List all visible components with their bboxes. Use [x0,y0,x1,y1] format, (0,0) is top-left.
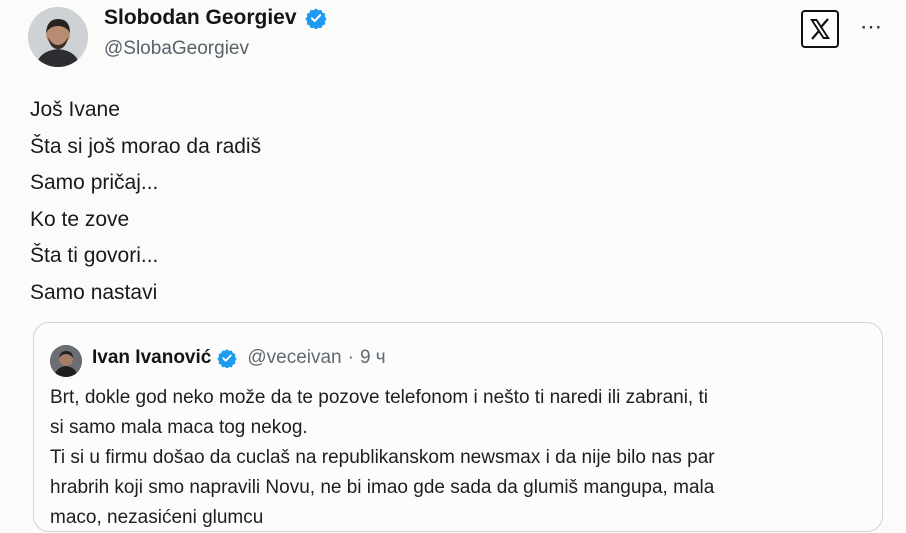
tweet-text-line: Samo nastavi [30,280,158,304]
person-avatar-icon [28,7,88,67]
quoted-header: Ivan Ivanović @veceivan · 9 ч [92,347,386,369]
quoted-text-line: maco, nezasićeni glumcu [50,507,264,528]
quoted-text-line: Ti si u firmu došao da cuclaš na republi… [50,447,715,468]
verified-badge-icon [304,8,327,29]
author-name[interactable]: Slobodan Georgiev [104,6,297,30]
tweet-text: Još Ivane Šta si još morao da radiš Samo… [30,92,261,311]
more-options-icon[interactable]: ⋯ [860,14,883,40]
person-avatar-icon [50,345,82,377]
quoted-timestamp[interactable]: 9 ч [360,347,386,369]
quoted-author-handle[interactable]: @veceivan [247,347,341,369]
x-logo-icon[interactable] [801,10,839,48]
quoted-text: Brt, dokle god neko može da te pozove te… [50,383,870,533]
dot-separator: · [347,347,354,368]
tweet-text-line: Samo pričaj... [30,171,159,194]
quoted-author-name[interactable]: Ivan Ivanović [92,347,211,369]
quoted-author-avatar[interactable] [50,345,82,377]
verified-badge-icon [217,349,238,368]
quoted-text-line: hrabrih koji smo napravili Novu, ne bi i… [50,477,715,498]
author-avatar[interactable] [28,7,88,67]
author-name-row: Slobodan Georgiev [104,6,327,30]
quoted-text-line: Brt, dokle god neko može da te pozove te… [50,387,708,408]
quoted-tweet[interactable]: Ivan Ivanović @veceivan · 9 ч Brt, dokle… [33,322,883,532]
author-handle[interactable]: @SlobaGeorgiev [104,38,249,60]
quoted-text-line: si samo mala maca tog nekog. [50,417,308,438]
tweet-text-line: Šta si još morao da radiš [30,134,262,158]
tweet-text-line: Šta ti govori... [30,244,159,267]
x-mark-icon [810,18,830,40]
tweet-text-line: Ko te zove [30,207,130,231]
tweet-text-line: Još Ivane [30,98,120,121]
